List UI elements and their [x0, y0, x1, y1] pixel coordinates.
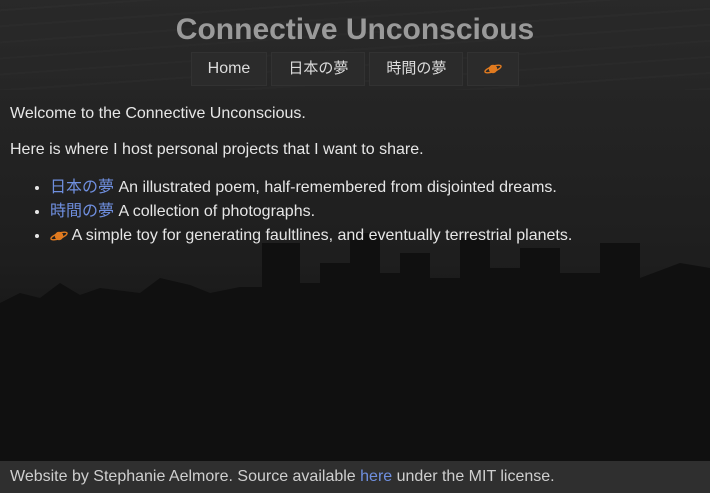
project-link-jikan-no-yume[interactable]: 時間の夢: [50, 203, 114, 220]
site-footer: Website by Stephanie Aelmore. Source ava…: [0, 461, 710, 493]
list-item: 時間の夢 A collection of photographs.: [50, 200, 700, 224]
source-link[interactable]: here: [360, 468, 392, 485]
list-item: A simple toy for generating faultlines, …: [50, 224, 700, 248]
list-item: 日本の夢 An illustrated poem, half-remembere…: [50, 176, 700, 200]
project-link-nihon-no-yume[interactable]: 日本の夢: [50, 179, 114, 196]
nav-jikan-no-yume[interactable]: 時間の夢: [369, 52, 464, 86]
city-skyline: [0, 233, 710, 463]
site-header: Connective Unconscious Home 日本の夢 時間の夢: [0, 0, 710, 90]
planet-icon: [50, 231, 68, 241]
nav-home[interactable]: Home: [190, 52, 268, 86]
footer-text-prefix: Website by Stephanie Aelmore. Source ava…: [10, 468, 361, 485]
project-description: A simple toy for generating faultlines, …: [71, 227, 573, 244]
intro-text: Here is where I host personal projects t…: [10, 141, 424, 158]
site-title: Connective Unconscious: [175, 13, 535, 46]
planet-icon: [484, 64, 503, 74]
nav-planet[interactable]: [467, 52, 520, 86]
nav-nihon-no-yume[interactable]: 日本の夢: [271, 52, 366, 86]
welcome-text: Welcome to the Connective Unconscious.: [10, 105, 306, 122]
project-list: 日本の夢 An illustrated poem, half-remembere…: [10, 176, 700, 248]
footer-text-suffix: under the MIT license.: [392, 468, 555, 485]
main-content: Welcome to the Connective Unconscious. H…: [0, 90, 710, 248]
project-link-planet[interactable]: [50, 227, 72, 244]
project-description: An illustrated poem, half-remembered fro…: [114, 179, 557, 196]
main-nav: Home 日本の夢 時間の夢: [0, 52, 710, 86]
project-description: A collection of photographs.: [114, 203, 316, 220]
